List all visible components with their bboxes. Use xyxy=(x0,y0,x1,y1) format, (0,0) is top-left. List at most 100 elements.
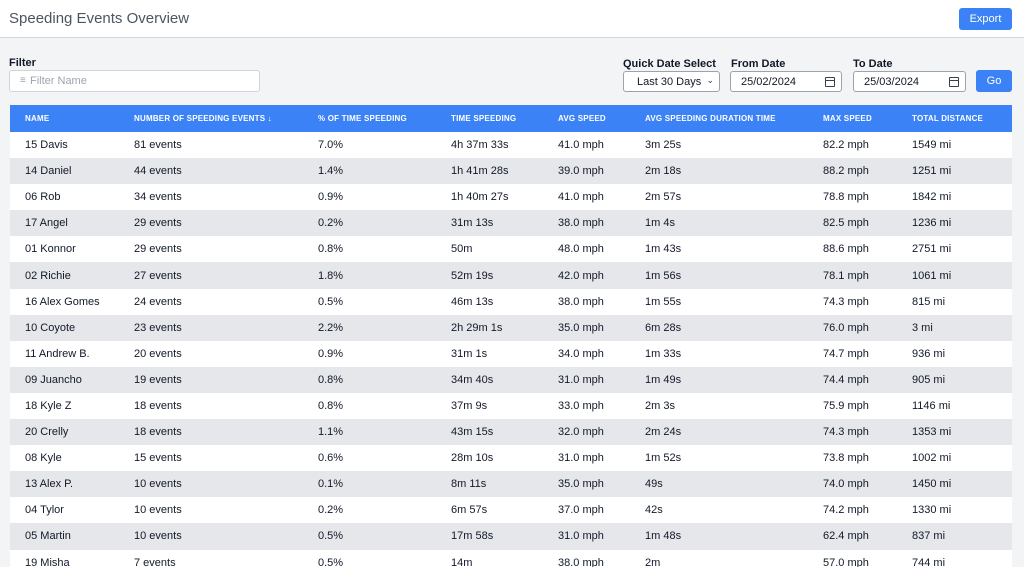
cell-max-speed: 74.3 mph xyxy=(823,295,869,308)
table-row[interactable]: 02 Richie 27 events 1.8% 52m 19s 42.0 mph 1m … xyxy=(10,262,1012,289)
table-header-row: NAME NUMBER OF SPEEDING EVENTS ↓ % OF TI… xyxy=(10,105,1012,132)
table-row[interactable]: 15 Davis 81 events 7.0% 4h 37m 33s 41.0 mph 3… xyxy=(10,132,1012,159)
column-header-time-speeding[interactable]: TIME SPEEDING xyxy=(436,105,543,132)
cell-max-speed: 74.3 mph xyxy=(823,426,869,439)
column-header-pct-time-speeding[interactable]: % OF TIME SPEEDING xyxy=(303,105,436,132)
quick-date-select[interactable]: Last 30 Days ⌄ xyxy=(623,71,720,92)
from-date-label: From Date xyxy=(731,58,786,70)
cell-avg-speeding-duration: 1m 48s xyxy=(645,530,682,543)
cell-pct-time-speeding: 0.1% xyxy=(318,478,344,491)
cell-pct-time-speeding: 1.1% xyxy=(318,426,344,439)
cell-time-speeding: 2h 29m 1s xyxy=(451,321,503,334)
cell-avg-speed: 37.0 mph xyxy=(558,504,604,517)
cell-avg-speed: 33.0 mph xyxy=(558,399,604,412)
cell-name: 17 Angel xyxy=(25,217,68,230)
cell-total-distance: 936 mi xyxy=(912,347,946,360)
to-date-value: 25/03/2024 xyxy=(864,76,920,88)
go-button[interactable]: Go xyxy=(976,70,1012,92)
cell-total-distance: 1146 mi xyxy=(912,399,951,412)
table-row[interactable]: 01 Konnor 29 events 0.8% 50m 48.0 mph 1m 43s 8… xyxy=(10,236,1012,263)
from-date-input[interactable]: 25/02/2024 xyxy=(730,71,842,92)
export-button[interactable]: Export xyxy=(959,8,1012,30)
cell-speeding-events: 34 events xyxy=(134,191,182,204)
cell-pct-time-speeding: 0.9% xyxy=(318,191,344,204)
cell-speeding-events: 27 events xyxy=(134,269,182,282)
table-row[interactable]: 08 Kyle 15 events 0.6% 28m 10s 31.0 mph 1m 52… xyxy=(10,445,1012,472)
cell-avg-speed: 41.0 mph xyxy=(558,139,604,152)
cell-total-distance: 1251 mi xyxy=(912,165,952,178)
cell-avg-speed: 35.0 mph xyxy=(558,478,604,491)
cell-avg-speeding-duration: 3m 25s xyxy=(645,139,682,152)
column-header-max-speed[interactable]: MAX SPEED xyxy=(808,105,897,132)
column-header-total-distance[interactable]: TOTAL DISTANCE xyxy=(897,105,1012,132)
cell-time-speeding: 1h 41m 28s xyxy=(451,165,509,178)
cell-total-distance: 1061 mi xyxy=(912,269,952,282)
cell-avg-speeding-duration: 1m 33s xyxy=(645,347,682,360)
cell-pct-time-speeding: 0.8% xyxy=(318,373,344,386)
cell-name: 14 Daniel xyxy=(25,165,72,178)
cell-total-distance: 2751 mi xyxy=(912,243,952,256)
to-date-input[interactable]: 25/03/2024 xyxy=(853,71,966,92)
cell-max-speed: 88.6 mph xyxy=(823,243,869,256)
cell-max-speed: 78.8 mph xyxy=(823,191,869,204)
cell-name: 04 Tylor xyxy=(25,504,64,517)
table-row[interactable]: 06 Rob 34 events 0.9% 1h 40m 27s 41.0 mph 2m … xyxy=(10,184,1012,211)
cell-avg-speeding-duration: 1m 55s xyxy=(645,295,682,308)
cell-name: 13 Alex P. xyxy=(25,478,74,491)
cell-pct-time-speeding: 0.8% xyxy=(318,399,344,412)
cell-max-speed: 74.7 mph xyxy=(823,347,869,360)
chevron-down-icon: ⌄ xyxy=(706,75,714,85)
cell-avg-speeding-duration: 49s xyxy=(645,478,663,491)
cell-name: 10 Coyote xyxy=(25,321,76,334)
cell-speeding-events: 7 events xyxy=(134,556,176,567)
table-row[interactable]: 04 Tylor 10 events 0.2% 6m 57s 37.0 mph 42s 74… xyxy=(10,497,1012,524)
cell-max-speed: 74.2 mph xyxy=(823,504,869,517)
cell-total-distance: 1330 mi xyxy=(912,504,952,517)
table-row[interactable]: 09 Juancho 19 events 0.8% 34m 40s 31.0 mph 1m… xyxy=(10,366,1012,393)
table-row[interactable]: 14 Daniel 44 events 1.4% 1h 41m 28s 39.0 mph… xyxy=(10,158,1012,185)
cell-speeding-events: 15 events xyxy=(134,452,182,465)
cell-total-distance: 1549 mi xyxy=(912,139,952,152)
cell-speeding-events: 29 events xyxy=(134,243,182,256)
table-row[interactable]: 13 Alex P. 10 events 0.1% 8m 11s 35.0 mph 49s… xyxy=(10,471,1012,498)
cell-pct-time-speeding: 0.2% xyxy=(318,504,344,517)
cell-avg-speeding-duration: 6m 28s xyxy=(645,321,682,334)
column-header-name[interactable]: NAME xyxy=(10,105,119,132)
cell-max-speed: 82.2 mph xyxy=(823,139,869,152)
cell-max-speed: 62.4 mph xyxy=(823,530,869,543)
cell-speeding-events: 81 events xyxy=(134,139,182,152)
cell-avg-speeding-duration: 2m 24s xyxy=(645,426,682,439)
column-header-avg-speeding-duration[interactable]: AVG SPEEDING DURATION TIME xyxy=(630,105,808,132)
cell-total-distance: 1002 mi xyxy=(912,452,952,465)
table-row[interactable]: 19 Misha 7 events 0.5% 14m 38.0 mph 2m 57.0 mp… xyxy=(10,549,1012,567)
cell-avg-speed: 38.0 mph xyxy=(558,217,604,230)
table-row[interactable]: 17 Angel 29 events 0.2% 31m 13s 38.0 mph 1m 4… xyxy=(10,210,1012,237)
table-row[interactable]: 10 Coyote 23 events 2.2% 2h 29m 1s 35.0 mph 6… xyxy=(10,314,1012,341)
cell-name: 18 Kyle Z xyxy=(25,399,72,412)
cell-time-speeding: 1h 40m 27s xyxy=(451,191,509,204)
cell-name: 20 Crelly xyxy=(25,426,69,439)
table-row[interactable]: 18 Kyle Z 18 events 0.8% 37m 9s 33.0 mph 2m 3… xyxy=(10,392,1012,420)
calendar-icon[interactable] xyxy=(825,77,835,87)
cell-speeding-events: 20 events xyxy=(134,347,182,360)
filter-name-input[interactable] xyxy=(30,73,255,89)
cell-speeding-events: 19 events xyxy=(134,373,182,386)
calendar-icon[interactable] xyxy=(949,77,959,87)
cell-speeding-events: 23 events xyxy=(134,321,182,334)
table-row[interactable]: 11 Andrew B. 20 events 0.9% 31m 1s 34.0 mph 1… xyxy=(10,340,1012,367)
cell-pct-time-speeding: 0.6% xyxy=(318,452,344,465)
cell-pct-time-speeding: 0.9% xyxy=(318,347,344,360)
cell-name: 06 Rob xyxy=(25,191,61,204)
cell-avg-speed: 35.0 mph xyxy=(558,321,604,334)
table-row[interactable]: 20 Crelly 18 events 1.1% 43m 15s 32.0 mph 2m … xyxy=(10,419,1012,446)
filter-field[interactable]: ≡ xyxy=(9,70,260,92)
table-row[interactable]: 16 Alex Gomes 24 events 0.5% 46m 13s 38.0 mp… xyxy=(10,288,1012,315)
cell-avg-speeding-duration: 1m 43s xyxy=(645,243,682,256)
quick-date-label: Quick Date Select xyxy=(623,58,716,70)
cell-time-speeding: 14m xyxy=(451,556,473,567)
column-header-avg-speed[interactable]: AVG SPEED xyxy=(543,105,630,132)
cell-speeding-events: 10 events xyxy=(134,504,182,517)
cell-avg-speed: 31.0 mph xyxy=(558,530,604,543)
column-header-speeding-events[interactable]: NUMBER OF SPEEDING EVENTS ↓ xyxy=(119,105,303,132)
table-row[interactable]: 05 Martin 10 events 0.5% 17m 58s 31.0 mph 1m … xyxy=(10,523,1012,550)
